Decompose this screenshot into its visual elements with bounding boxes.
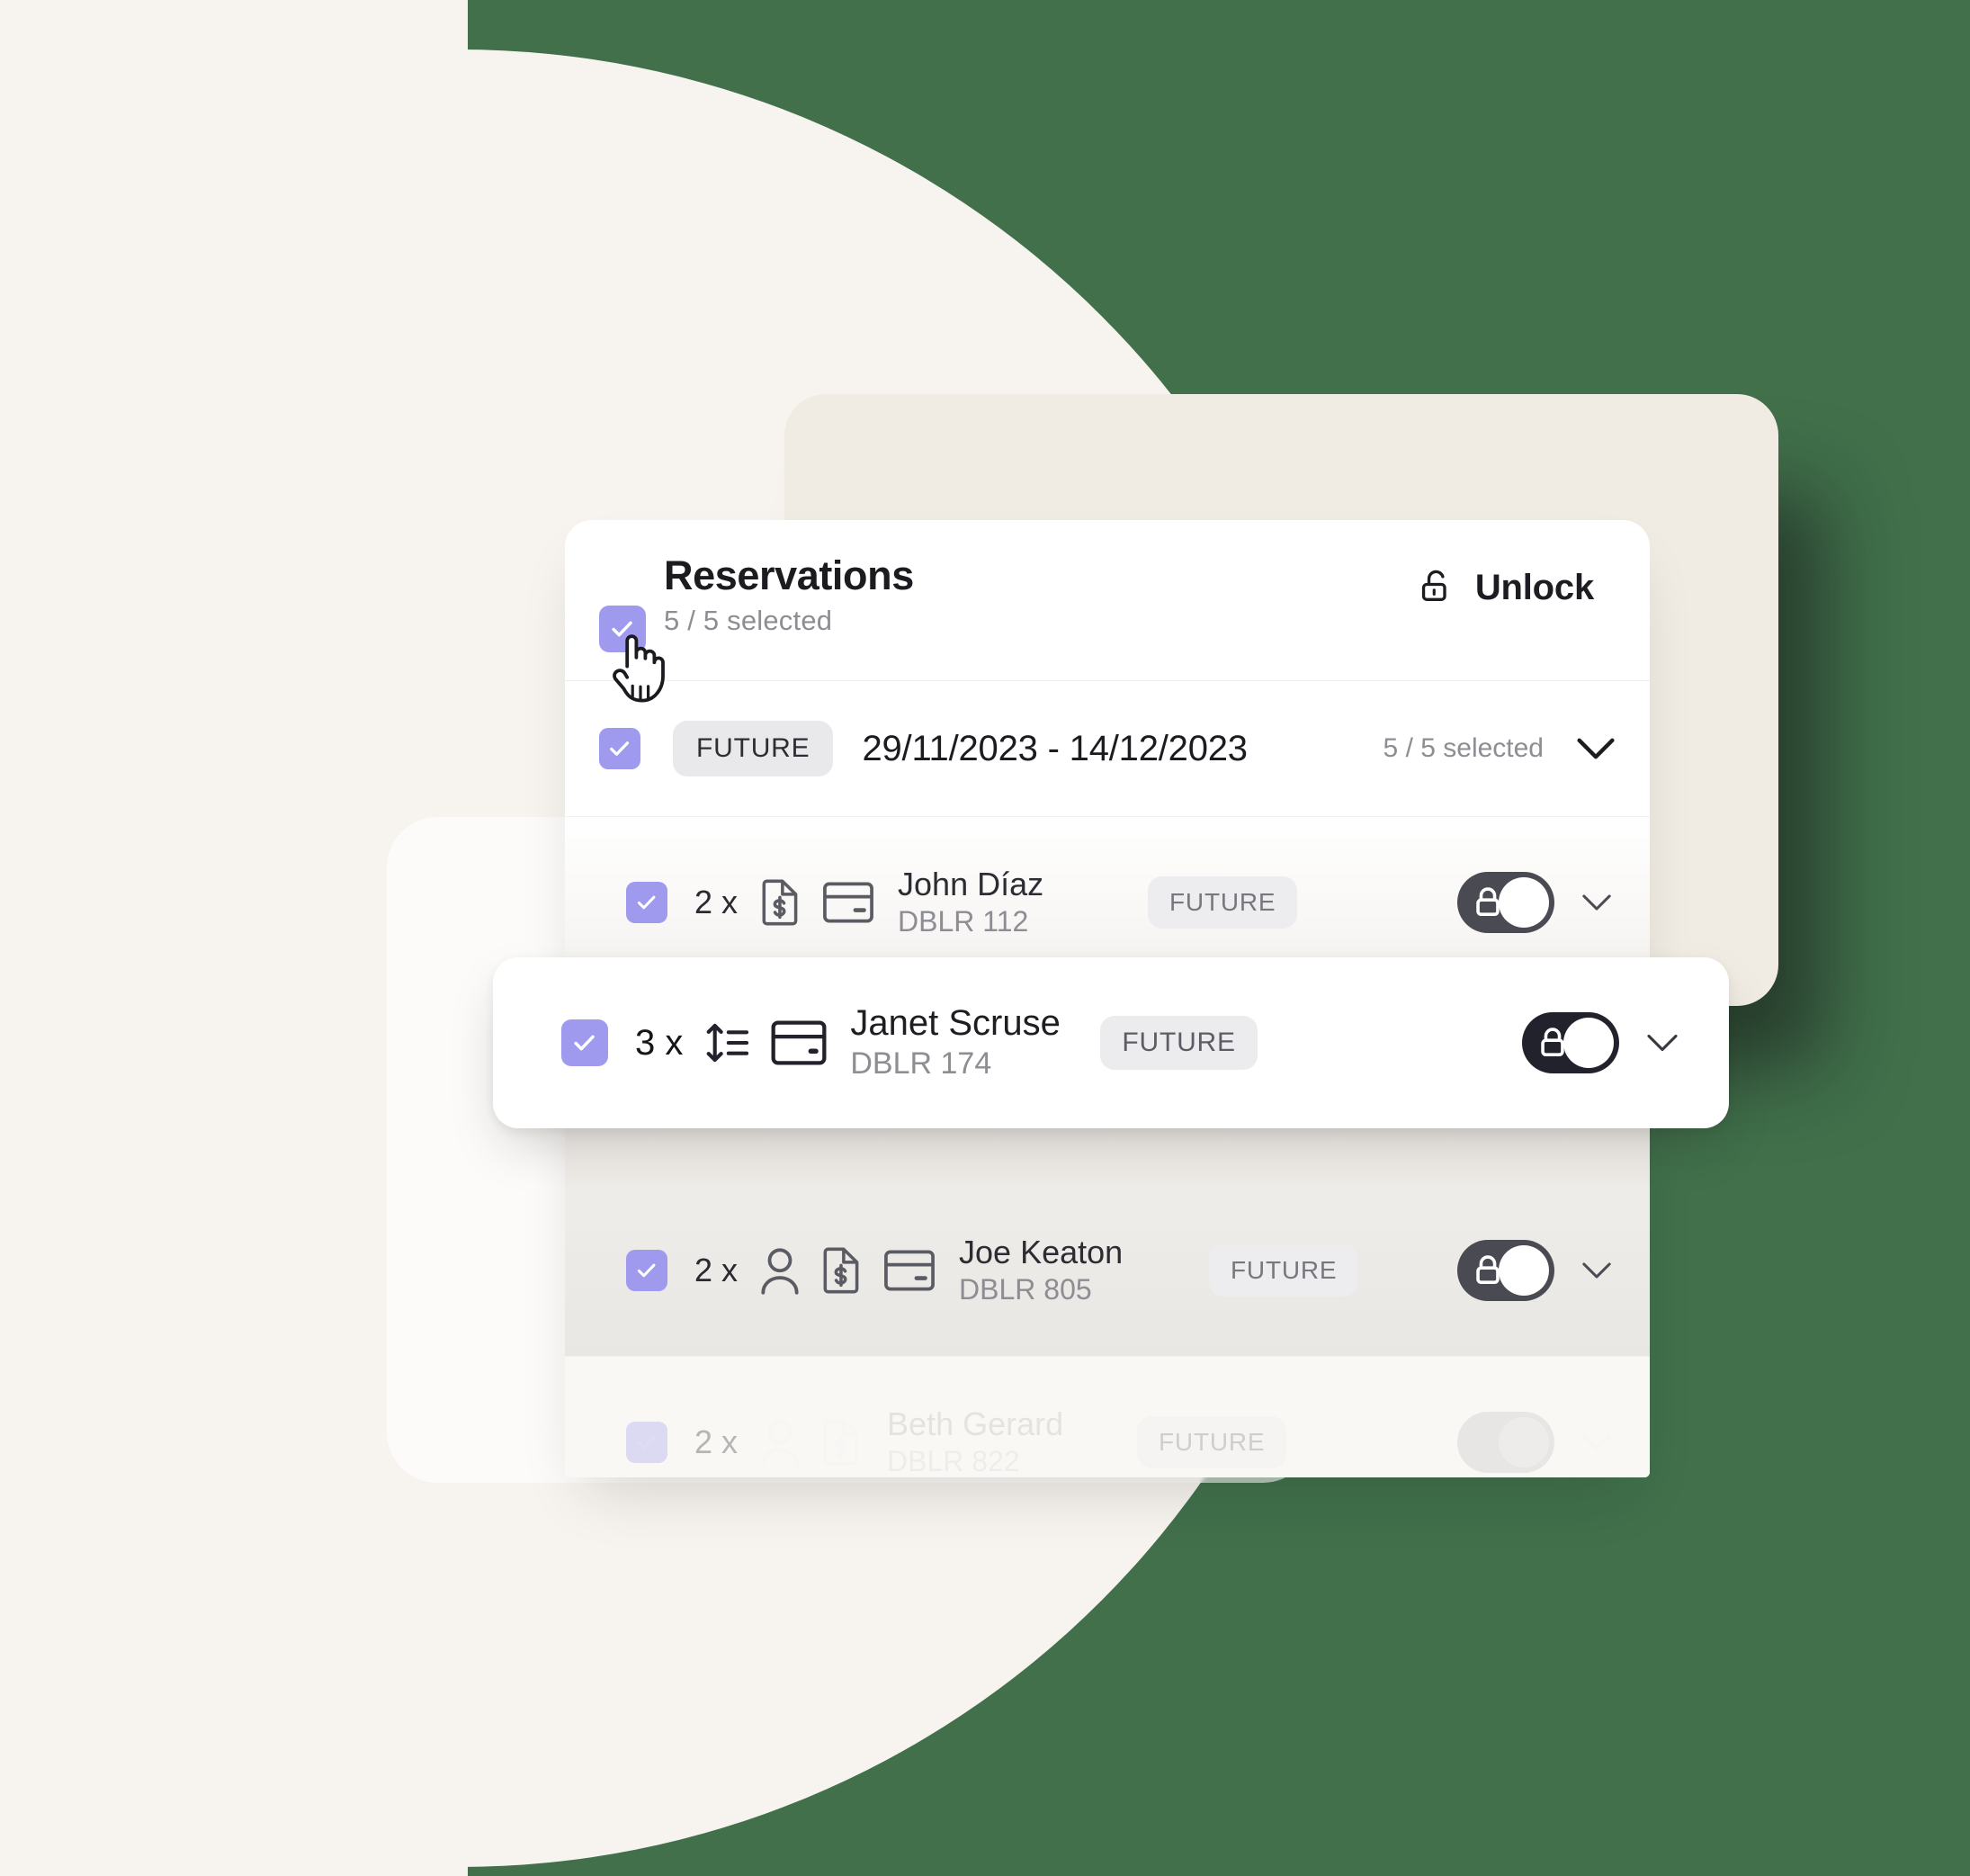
invoice-dollar-icon: [820, 1418, 864, 1467]
row-quantity: 2 x: [694, 1423, 739, 1460]
row-icons: [759, 878, 874, 927]
unlock-open-icon: [1419, 567, 1457, 608]
group-date-range: 29/11/2023 - 14/12/2023: [862, 728, 1248, 768]
chevron-down-icon[interactable]: [1576, 736, 1616, 761]
chevron-down-icon[interactable]: [1581, 1261, 1612, 1280]
group-select-checkbox[interactable]: [599, 728, 640, 769]
row-controls: [1457, 872, 1650, 933]
table-row[interactable]: 2 x Beth Gerard DBLR 822 FUTURE: [565, 1357, 1650, 1477]
select-all-checkbox[interactable]: [599, 606, 646, 652]
chevron-down-icon[interactable]: [1646, 1032, 1679, 1054]
guest-info: Janet Scruse DBLR 174: [850, 1002, 1066, 1083]
page-title: Reservations: [664, 552, 914, 598]
row-select-checkbox[interactable]: [626, 1250, 667, 1291]
group-selection-summary: 5 / 5 selected: [1383, 733, 1544, 763]
guest-info: Beth Gerard DBLR 822: [887, 1405, 1103, 1477]
invoice-dollar-icon: [759, 878, 802, 927]
chevron-down-icon[interactable]: [1581, 1432, 1612, 1452]
row-select-checkbox[interactable]: [561, 1019, 608, 1066]
toggle-knob: [1499, 1417, 1549, 1468]
row-select-checkbox[interactable]: [626, 1422, 667, 1463]
status-badge: FUTURE: [1100, 1016, 1258, 1070]
status-badge: FUTURE: [1148, 876, 1298, 929]
unlock-label: Unlock: [1474, 567, 1594, 607]
reservation-group-row[interactable]: FUTURE 29/11/2023 - 14/12/2023 5 / 5 sel…: [565, 681, 1650, 817]
unlock-button[interactable]: Unlock: [1419, 567, 1594, 608]
card-stack: Reservations 5 / 5 selected Unlock FUTUR…: [0, 0, 1970, 1876]
guest-room: DBLR 805: [959, 1273, 1092, 1306]
row-quantity: 2 x: [694, 884, 739, 920]
row-select-checkbox[interactable]: [626, 882, 667, 923]
toggle-knob: [1563, 1018, 1614, 1068]
height-rows-icon: [704, 1019, 751, 1066]
guest-name: John Díaz: [898, 865, 1044, 902]
panel-header: Reservations 5 / 5 selected Unlock: [565, 520, 1650, 681]
row-controls: [1457, 1240, 1650, 1301]
status-badge: FUTURE: [1137, 1416, 1287, 1468]
row-icons: [759, 1418, 864, 1467]
row-quantity: 2 x: [694, 1252, 739, 1288]
table-row-highlighted[interactable]: 3 x Janet Scruse DBLR 174 FUTURE: [493, 957, 1729, 1128]
person-icon: [759, 1246, 801, 1295]
chevron-down-icon[interactable]: [1581, 893, 1612, 912]
row-controls: [1457, 1412, 1650, 1473]
credit-card-icon: [883, 1250, 936, 1291]
group-status-badge: FUTURE: [673, 721, 834, 776]
guest-room: DBLR 112: [898, 905, 1029, 938]
row-controls: [1522, 1012, 1729, 1073]
toggle-knob: [1499, 1245, 1549, 1296]
toggle-knob: [1499, 877, 1549, 928]
credit-card-icon: [822, 882, 874, 923]
row-icons: [759, 1246, 936, 1295]
lock-toggle[interactable]: [1457, 1412, 1554, 1473]
guest-room: DBLR 822: [887, 1445, 1020, 1477]
person-icon: [759, 1418, 801, 1467]
guest-name: Beth Gerard: [887, 1405, 1064, 1442]
lock-toggle[interactable]: [1457, 1240, 1554, 1301]
row-icons: [704, 1019, 827, 1066]
guest-name: Janet Scruse: [850, 1003, 1061, 1044]
header-selection-summary: 5 / 5 selected: [664, 605, 833, 636]
guest-name: Joe Keaton: [959, 1233, 1124, 1270]
invoice-dollar-icon: [820, 1246, 864, 1295]
status-badge: FUTURE: [1209, 1244, 1359, 1297]
credit-card-icon: [771, 1020, 827, 1065]
table-row[interactable]: 2 x Joe Keaton DBLR 805 FUTURE: [565, 1185, 1650, 1357]
guest-info: John Díaz DBLR 112: [898, 866, 1114, 939]
lock-toggle[interactable]: [1522, 1012, 1619, 1073]
row-quantity: 3 x: [635, 1022, 684, 1063]
lock-toggle[interactable]: [1457, 872, 1554, 933]
guest-room: DBLR 174: [850, 1046, 992, 1082]
guest-info: Joe Keaton DBLR 805: [959, 1234, 1175, 1307]
